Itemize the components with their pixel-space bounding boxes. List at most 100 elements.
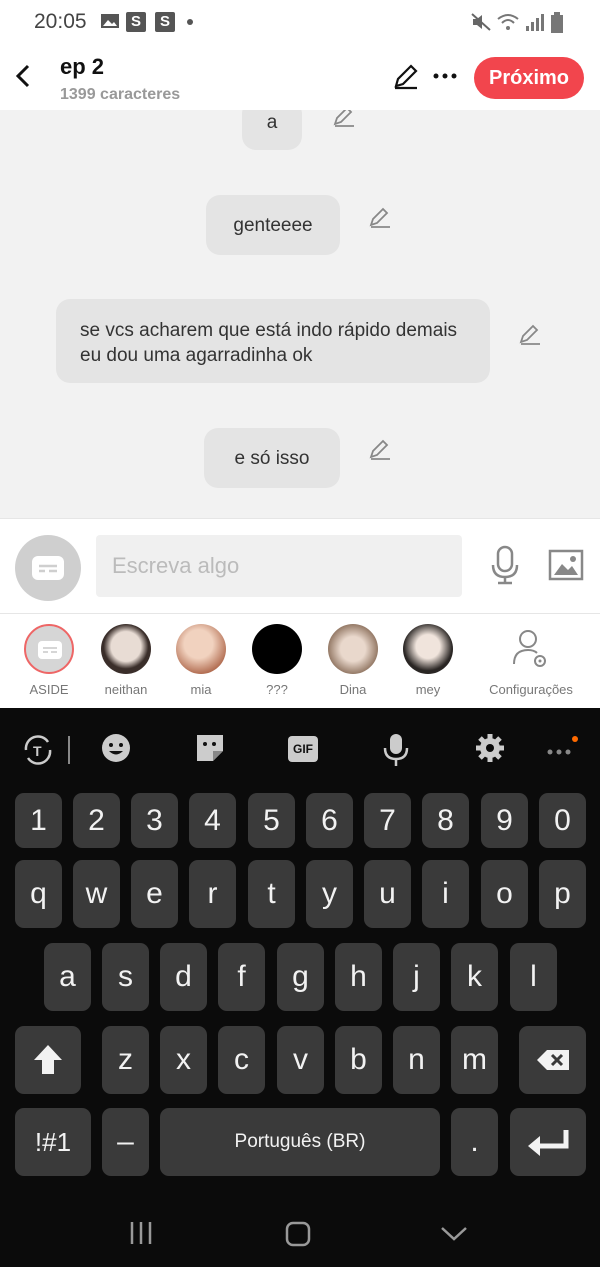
notification-dot-icon	[187, 19, 193, 25]
key-1[interactable]: 1	[15, 793, 62, 848]
avatar	[101, 624, 151, 674]
message-list: a genteeee se vcs acharem que está indo …	[0, 110, 600, 518]
key-j[interactable]: j	[393, 943, 440, 1011]
emoji-icon[interactable]	[100, 732, 132, 764]
home-icon[interactable]	[284, 1220, 312, 1248]
editor-header: ep 2 1399 caracteres Próximo	[0, 44, 600, 110]
keyboard-settings-icon[interactable]	[474, 732, 506, 764]
edit-message-icon[interactable]	[332, 110, 356, 128]
key-v[interactable]: v	[277, 1026, 324, 1094]
microphone-icon[interactable]	[488, 545, 522, 585]
key-s[interactable]: s	[102, 943, 149, 1011]
dash-key[interactable]: –	[102, 1108, 149, 1176]
key-m[interactable]: m	[451, 1026, 498, 1094]
recent-apps-icon[interactable]	[128, 1220, 156, 1246]
key-i[interactable]: i	[422, 860, 469, 928]
wifi-icon	[497, 14, 519, 30]
character-name: mia	[190, 682, 212, 697]
key-8[interactable]: 8	[422, 793, 469, 848]
character-name: neithan	[104, 682, 148, 697]
signal-icon	[526, 14, 544, 31]
edit-message-icon[interactable]	[518, 322, 542, 346]
edit-message-icon[interactable]	[368, 437, 392, 461]
key-q[interactable]: q	[15, 860, 62, 928]
character-dina[interactable]: Dina	[315, 624, 391, 697]
key-n[interactable]: n	[393, 1026, 440, 1094]
gallery-icon[interactable]	[548, 549, 584, 581]
key-y[interactable]: y	[306, 860, 353, 928]
key-o[interactable]: o	[481, 860, 528, 928]
character-name: Configurações	[489, 682, 573, 697]
key-6[interactable]: 6	[306, 793, 353, 848]
sticker-icon[interactable]	[194, 732, 226, 764]
key-x[interactable]: x	[160, 1026, 207, 1094]
message-bubble[interactable]: se vcs acharem que está indo rápido dema…	[56, 299, 490, 383]
edit-message-icon[interactable]	[368, 205, 392, 229]
image-icon	[101, 14, 119, 28]
key-2[interactable]: 2	[73, 793, 120, 848]
message-bubble[interactable]: e só isso	[204, 428, 340, 488]
character-aside[interactable]: ASIDE	[11, 624, 87, 697]
period-key[interactable]: .	[451, 1108, 498, 1176]
key-r[interactable]: r	[189, 860, 236, 928]
key-u[interactable]: u	[364, 860, 411, 928]
key-a[interactable]: a	[44, 943, 91, 1011]
composer-bar: Escreva algo	[0, 518, 600, 614]
key-3[interactable]: 3	[131, 793, 178, 848]
key-f[interactable]: f	[218, 943, 265, 1011]
key-z[interactable]: z	[102, 1026, 149, 1094]
character-name: Dina	[339, 682, 367, 697]
back-arrow-icon[interactable]	[10, 58, 40, 94]
key-0[interactable]: 0	[539, 793, 586, 848]
gif-icon[interactable]: GIF	[288, 736, 318, 762]
backspace-key[interactable]	[519, 1026, 586, 1094]
shift-key[interactable]	[15, 1026, 81, 1094]
key-l[interactable]: l	[510, 943, 557, 1011]
more-options-icon[interactable]	[432, 62, 458, 90]
character-unknown[interactable]: ???	[239, 624, 315, 697]
voice-input-icon[interactable]	[382, 732, 410, 768]
hide-keyboard-icon[interactable]	[440, 1224, 468, 1242]
key-9[interactable]: 9	[481, 793, 528, 848]
system-nav-bar	[0, 1190, 600, 1267]
message-input[interactable]: Escreva algo	[96, 535, 462, 597]
character-settings[interactable]: Configurações	[486, 624, 576, 697]
key-p[interactable]: p	[539, 860, 586, 928]
key-b[interactable]: b	[335, 1026, 382, 1094]
message-text: genteeee	[233, 215, 313, 236]
symbols-key[interactable]: !#1	[15, 1108, 91, 1176]
episode-title: ep 2	[60, 54, 105, 79]
message-text: a	[266, 112, 278, 133]
svg-text:T: T	[33, 743, 42, 759]
status-time: 20:05	[34, 10, 87, 33]
key-g[interactable]: g	[277, 943, 324, 1011]
character-mia[interactable]: mia	[163, 624, 239, 697]
character-count: 1399 caracteres	[60, 86, 181, 103]
translate-icon[interactable]: T	[20, 732, 56, 768]
avatar	[403, 624, 453, 674]
message-bubble[interactable]: a	[242, 110, 302, 150]
key-7[interactable]: 7	[364, 793, 411, 848]
space-key[interactable]: Português (BR)	[160, 1108, 440, 1176]
key-k[interactable]: k	[451, 943, 498, 1011]
enter-key[interactable]	[510, 1108, 586, 1176]
edit-pencil-icon[interactable]	[392, 62, 420, 90]
key-h[interactable]: h	[335, 943, 382, 1011]
battery-icon	[551, 12, 563, 33]
key-w[interactable]: w	[73, 860, 120, 928]
key-d[interactable]: d	[160, 943, 207, 1011]
character-name: ASIDE	[29, 682, 69, 697]
keyboard-toolbar: T GIF	[0, 708, 600, 788]
message-bubble[interactable]: genteeee	[206, 195, 340, 255]
key-c[interactable]: c	[218, 1026, 265, 1094]
character-neithan[interactable]: neithan	[88, 624, 164, 697]
key-4[interactable]: 4	[189, 793, 236, 848]
key-e[interactable]: e	[131, 860, 178, 928]
character-mey[interactable]: mey	[390, 624, 466, 697]
key-t[interactable]: t	[248, 860, 295, 928]
more-tools-icon[interactable]	[546, 736, 582, 762]
aside-toggle-button[interactable]	[15, 535, 81, 601]
key-5[interactable]: 5	[248, 793, 295, 848]
next-button[interactable]: Próximo	[474, 57, 584, 99]
user-settings-icon	[513, 630, 546, 667]
